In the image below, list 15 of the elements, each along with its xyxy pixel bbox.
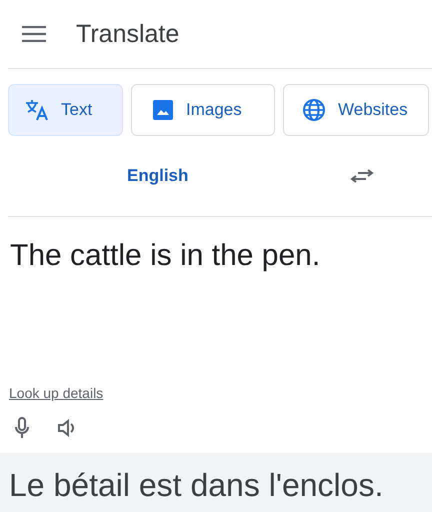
- tab[interactable]: Images: [131, 84, 275, 136]
- image-icon: [152, 99, 174, 121]
- source-text[interactable]: The cattle is in the pen.: [0, 217, 432, 339]
- source-language[interactable]: English: [127, 166, 188, 186]
- tab[interactable]: Text: [8, 84, 123, 136]
- look-up-details-link[interactable]: Look up details: [9, 385, 104, 401]
- app-title: Translate: [76, 20, 180, 48]
- speaker-icon[interactable]: [57, 419, 77, 437]
- tab[interactable]: Websites: [283, 84, 429, 136]
- translated-text: Le bétail est dans l'enclos.: [9, 467, 384, 503]
- menu-icon[interactable]: [22, 26, 46, 42]
- globe-icon: [302, 98, 326, 122]
- microphone-icon[interactable]: [15, 417, 29, 439]
- swap-icon[interactable]: [350, 169, 374, 183]
- translate-icon: [25, 99, 49, 121]
